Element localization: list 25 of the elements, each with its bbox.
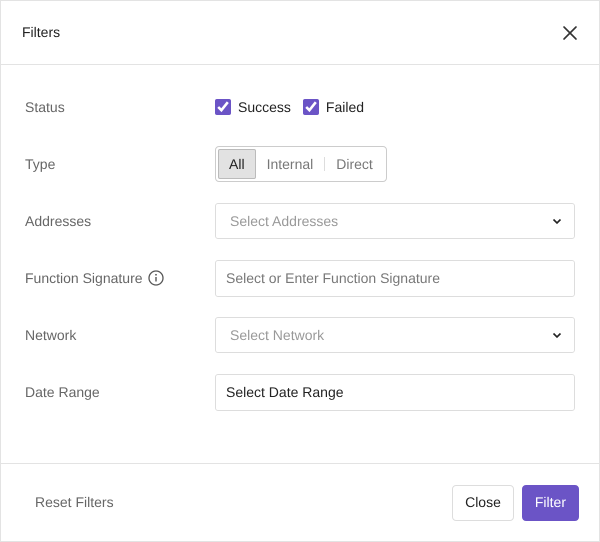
input-field[interactable]: Select Date Range — [215, 374, 575, 410]
field-label: Addresses — [25, 212, 92, 230]
field-label: Type — [25, 154, 56, 174]
select-field[interactable]: Select Addresses — [215, 203, 575, 239]
checkbox[interactable] — [302, 99, 319, 115]
chevron-down-icon — [552, 332, 562, 338]
field-label: Network — [25, 326, 76, 344]
field-label: Function Signature — [25, 268, 143, 288]
chevron-down-icon — [552, 218, 562, 224]
segment-tab[interactable]: Internal — [256, 149, 324, 179]
select-field[interactable]: Select Network — [215, 317, 575, 353]
segment-tab[interactable]: Direct — [325, 149, 384, 179]
close-button[interactable] — [561, 24, 579, 42]
filter-button[interactable]: Filter — [522, 484, 579, 520]
close-button[interactable]: Close — [452, 484, 514, 520]
field-label: Date Range — [25, 382, 100, 402]
input-field[interactable]: Select or Enter Function Signature — [215, 260, 575, 296]
dialog-title: Filters — [22, 23, 60, 42]
checkbox-label: Failed — [326, 98, 364, 116]
reset-filters-link[interactable]: Reset Filters — [35, 492, 114, 513]
close-icon — [561, 24, 579, 42]
checkbox-label: Success — [238, 98, 291, 116]
segment-tab[interactable]: All — [218, 149, 256, 179]
field-label: Status — [25, 98, 65, 116]
checkbox[interactable] — [215, 99, 231, 115]
